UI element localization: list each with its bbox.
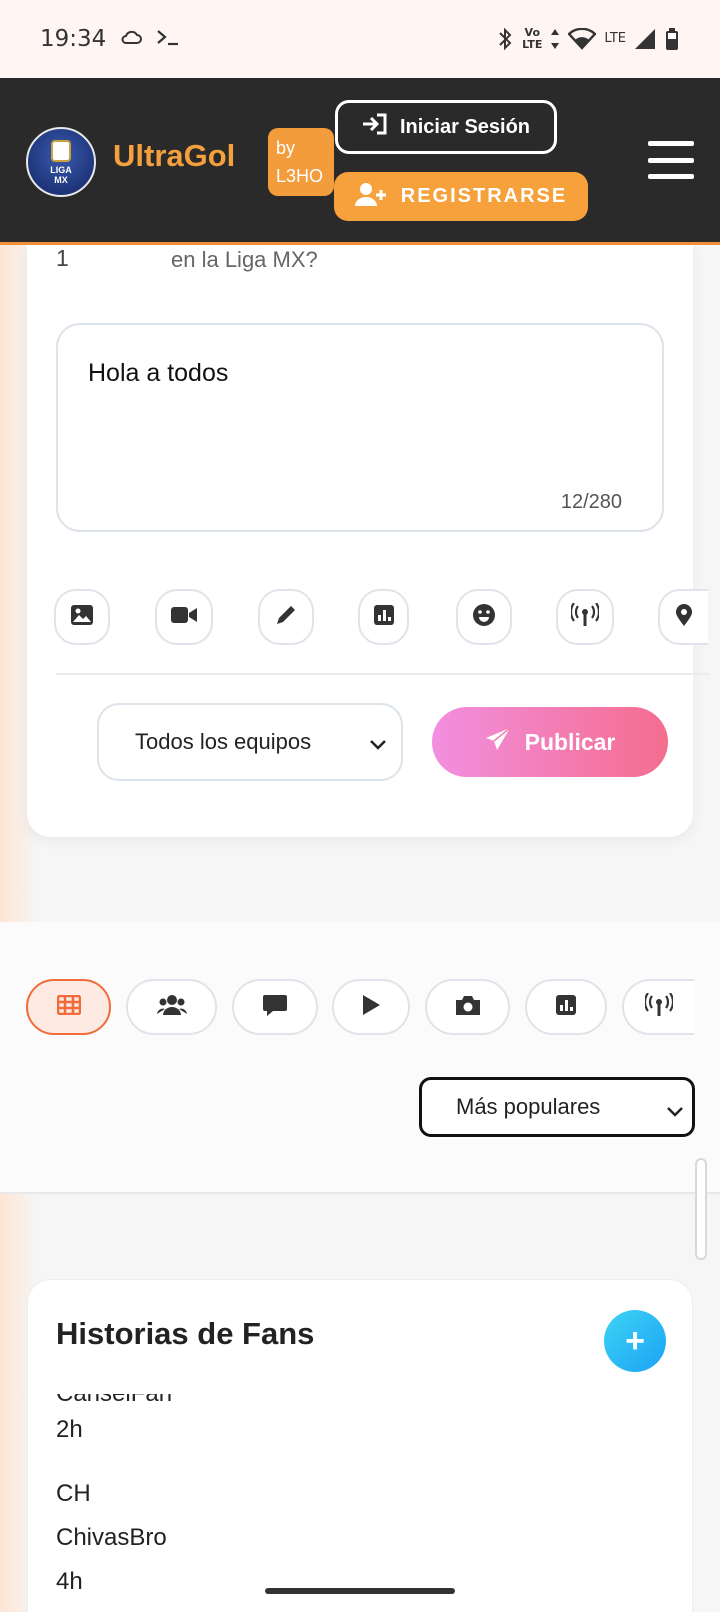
user-plus-icon xyxy=(354,182,387,212)
plus-icon: + xyxy=(625,1321,645,1360)
by-badge: by L3HO xyxy=(268,128,334,196)
emoji-button[interactable] xyxy=(456,589,512,645)
bluetooth-icon xyxy=(496,27,514,51)
terminal-icon xyxy=(156,26,180,52)
filter-divider xyxy=(0,1192,720,1194)
status-left: 19:34 xyxy=(40,26,180,52)
by-line-1: by xyxy=(276,138,296,158)
filter-tab-polls[interactable] xyxy=(525,979,607,1035)
post-text: Hola a todos xyxy=(88,359,229,387)
chevron-down-icon xyxy=(369,731,387,757)
status-bar: 19:34 Vo LTE LTE xyxy=(0,0,720,78)
pencil-button[interactable] xyxy=(258,589,314,645)
emoji-icon xyxy=(472,603,496,632)
by-line-2: L3HO xyxy=(276,166,324,186)
users-icon xyxy=(156,994,187,1021)
data-arrows-icon xyxy=(550,28,560,50)
filter-tab-comments[interactable] xyxy=(232,979,318,1035)
logo-text-2: MX xyxy=(54,174,68,185)
location-icon xyxy=(675,603,693,632)
login-label: Iniciar Sesión xyxy=(399,115,531,138)
register-button[interactable]: REGISTRARSE xyxy=(334,172,588,221)
story-initials[interactable]: CH xyxy=(56,1480,91,1508)
volte-indicator: Vo LTE xyxy=(522,27,542,51)
filter-tab-photos[interactable] xyxy=(425,979,510,1035)
image-button[interactable] xyxy=(54,589,110,645)
sort-select[interactable]: Más populares xyxy=(419,1077,695,1137)
story-name[interactable]: ChivasBro xyxy=(56,1524,167,1552)
question-row: 1 en la Liga MX? xyxy=(56,245,456,275)
image-icon xyxy=(70,604,94,631)
cloud-icon xyxy=(120,26,143,52)
login-button[interactable]: Iniciar Sesión xyxy=(335,100,557,154)
broadcast-button[interactable] xyxy=(556,589,614,645)
sort-select-value: Más populares xyxy=(456,1094,601,1119)
post-textarea[interactable]: Hola a todos 12/280 xyxy=(56,323,664,532)
chart-icon xyxy=(555,994,577,1021)
status-time: 19:34 xyxy=(40,26,107,52)
location-button[interactable] xyxy=(658,589,708,645)
filter-tab-fans[interactable] xyxy=(126,979,217,1035)
media-tools xyxy=(54,589,720,645)
lte-text: LTE xyxy=(604,31,626,46)
sign-in-icon xyxy=(362,113,388,141)
story-time: 2h xyxy=(56,1416,83,1443)
grid-icon xyxy=(56,994,81,1020)
stories-title: Historias de Fans xyxy=(56,1316,315,1351)
tools-divider xyxy=(56,673,710,675)
brand-name[interactable]: UltraGol xyxy=(113,138,235,174)
broadcast-icon xyxy=(643,991,675,1022)
publish-label: Publicar xyxy=(524,728,616,755)
liga-mx-logo[interactable]: LIGA MX xyxy=(26,127,96,197)
comment-icon xyxy=(263,994,287,1021)
filter-section xyxy=(0,922,720,1192)
home-indicator[interactable] xyxy=(265,1588,455,1594)
camera-icon xyxy=(455,994,481,1021)
question-number: 1 xyxy=(56,245,69,271)
wifi-icon xyxy=(568,28,597,50)
signal-icon xyxy=(634,28,656,50)
broadcast-icon xyxy=(569,601,601,632)
team-select[interactable]: Todos los equipos xyxy=(97,703,403,781)
video-icon xyxy=(170,605,198,630)
register-label: REGISTRARSE xyxy=(400,185,568,207)
story-name-partial: CanselFan xyxy=(56,1394,184,1404)
app-header: LIGA MX UltraGol by L3HO Iniciar Sesión … xyxy=(0,78,720,245)
char-count: 12/280 xyxy=(560,491,622,513)
question-text: en la Liga MX? xyxy=(171,247,318,272)
status-right: Vo LTE LTE xyxy=(496,27,680,51)
chart-icon xyxy=(373,604,395,631)
story-name-partial-text: CanselFan xyxy=(56,1394,172,1404)
menu-bar xyxy=(648,174,694,179)
filter-tab-live[interactable] xyxy=(622,979,694,1035)
team-select-value: Todos los equipos xyxy=(135,729,312,754)
chevron-down-icon xyxy=(666,1098,684,1124)
chart-button[interactable] xyxy=(358,589,409,645)
lte-indicator: LTE xyxy=(604,31,626,46)
menu-bar xyxy=(648,141,694,146)
story-time: 4h xyxy=(56,1568,83,1595)
play-icon xyxy=(361,994,381,1021)
stories-card: Historias de Fans + CanselFan 2h CH Chiv… xyxy=(27,1279,693,1612)
menu-icon[interactable] xyxy=(648,141,694,179)
scrollbar[interactable] xyxy=(695,1158,707,1260)
add-story-button[interactable]: + xyxy=(604,1310,666,1372)
filter-tab-all[interactable] xyxy=(26,979,111,1035)
filter-tab-videos[interactable] xyxy=(332,979,410,1035)
menu-bar xyxy=(648,157,694,163)
crest-icon xyxy=(51,139,71,162)
pencil-icon xyxy=(274,603,298,632)
logo-text-1: LIGA xyxy=(50,164,72,175)
battery-icon xyxy=(664,27,680,51)
send-icon xyxy=(485,727,511,757)
video-button[interactable] xyxy=(155,589,213,645)
volte-bottom: LTE xyxy=(522,38,543,51)
publish-button[interactable]: Publicar xyxy=(432,707,668,777)
